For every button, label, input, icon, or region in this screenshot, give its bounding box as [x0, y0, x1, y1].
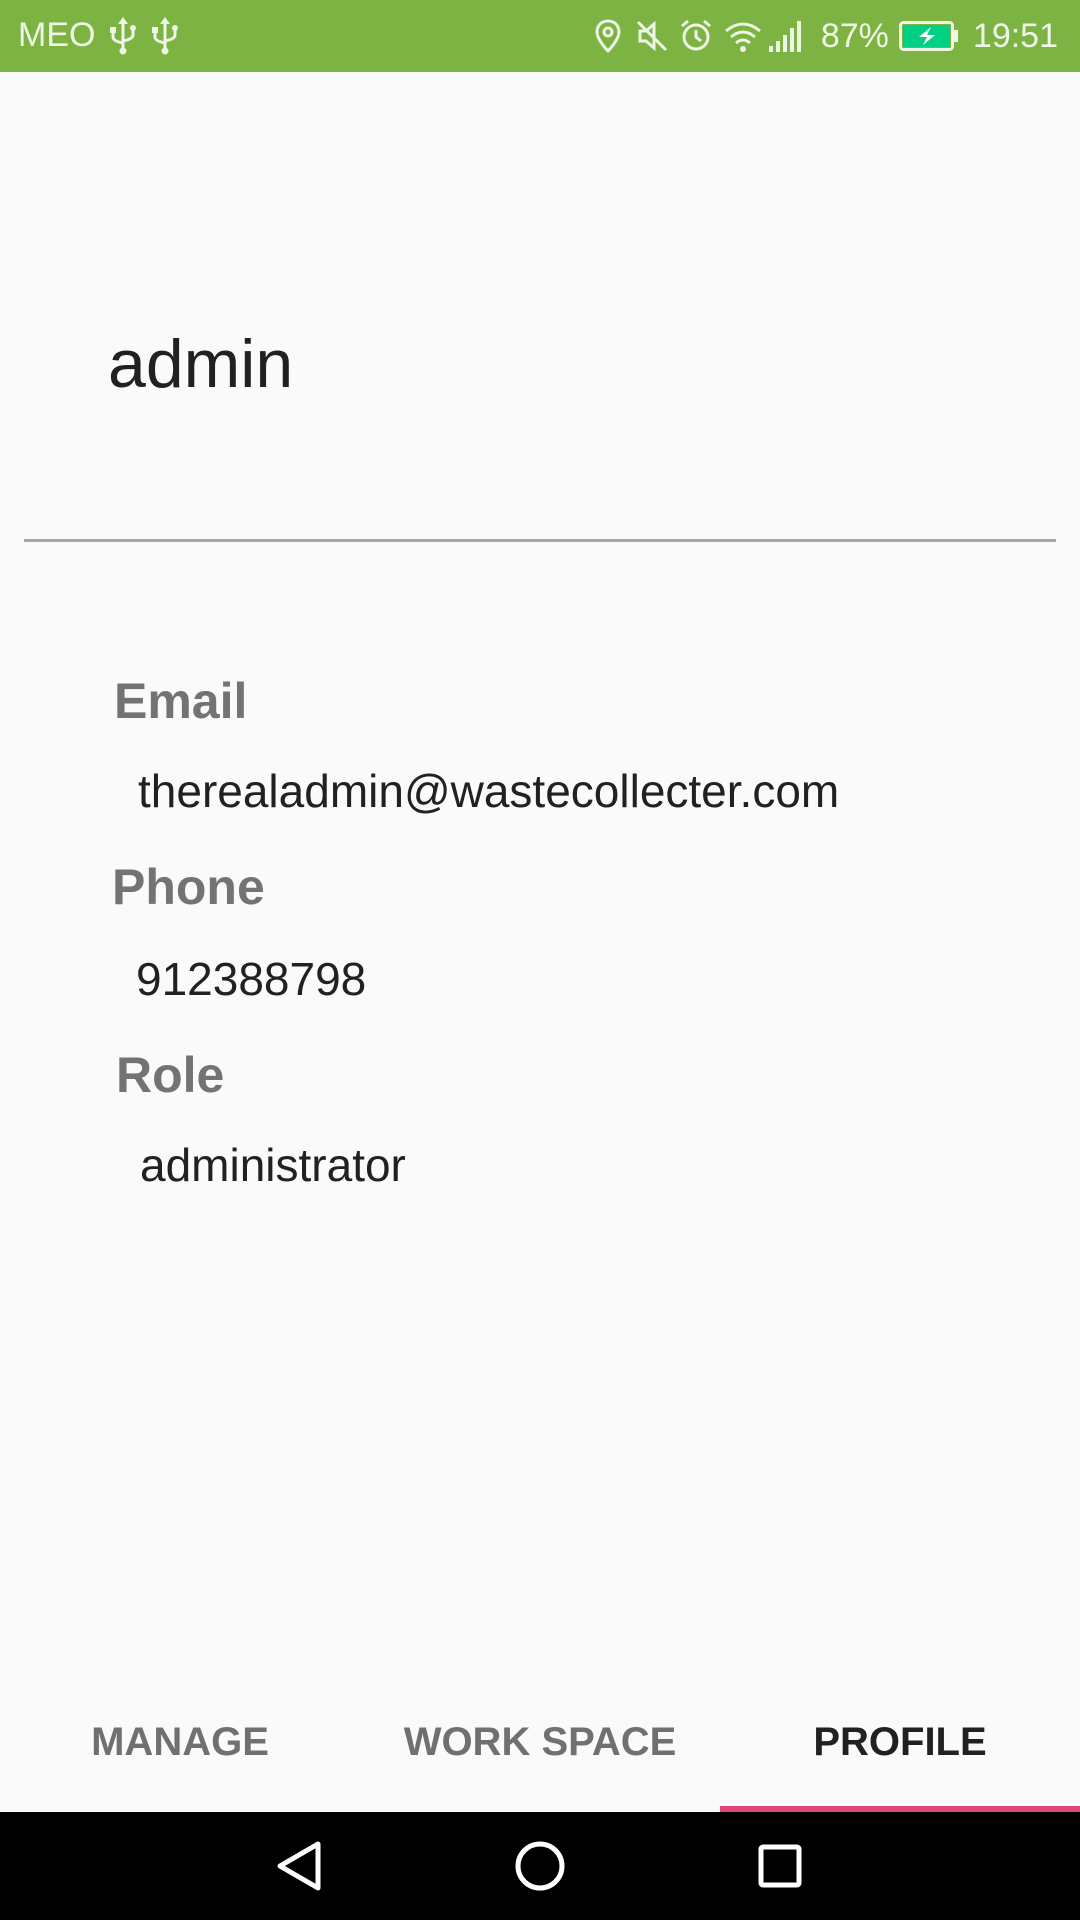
- tab-manage[interactable]: MANAGE: [0, 1672, 360, 1812]
- carrier-label: MEO: [18, 16, 96, 54]
- role-label: Role: [116, 1047, 225, 1103]
- home-icon[interactable]: [504, 1830, 576, 1902]
- email-label: Email: [114, 673, 248, 729]
- email-value: therealadmin@wastecollecter.com: [138, 765, 840, 817]
- usb-icon: [109, 16, 137, 55]
- back-icon[interactable]: [264, 1830, 336, 1902]
- status-carrier: MEO: [18, 16, 179, 55]
- tab-work-space[interactable]: WORK SPACE: [360, 1672, 720, 1812]
- signal-icon: [767, 18, 807, 54]
- navigation-bar: [0, 1812, 1080, 1920]
- wifi-icon: [723, 18, 761, 54]
- status-icons: 87% 19:51: [591, 14, 1058, 58]
- phone-value: 912388798: [136, 953, 367, 1005]
- tab-profile[interactable]: PROFILE: [720, 1672, 1080, 1812]
- status-bar: MEO 87% 19:51: [0, 0, 1080, 72]
- header-divider: [24, 539, 1056, 542]
- phone-label: Phone: [112, 859, 265, 915]
- bottom-tab-bar: MANAGE WORK SPACE PROFILE: [0, 1672, 1080, 1812]
- recents-icon[interactable]: [744, 1830, 816, 1902]
- battery-charging-icon: [898, 21, 959, 51]
- usb-icon: [151, 16, 179, 55]
- alarm-icon: [679, 18, 713, 54]
- role-value: administrator: [140, 1139, 406, 1191]
- battery-percent: 87%: [820, 16, 889, 55]
- mute-icon: [635, 18, 669, 54]
- profile-username: admin: [108, 326, 294, 402]
- location-icon: [591, 18, 625, 54]
- status-time: 19:51: [972, 16, 1058, 55]
